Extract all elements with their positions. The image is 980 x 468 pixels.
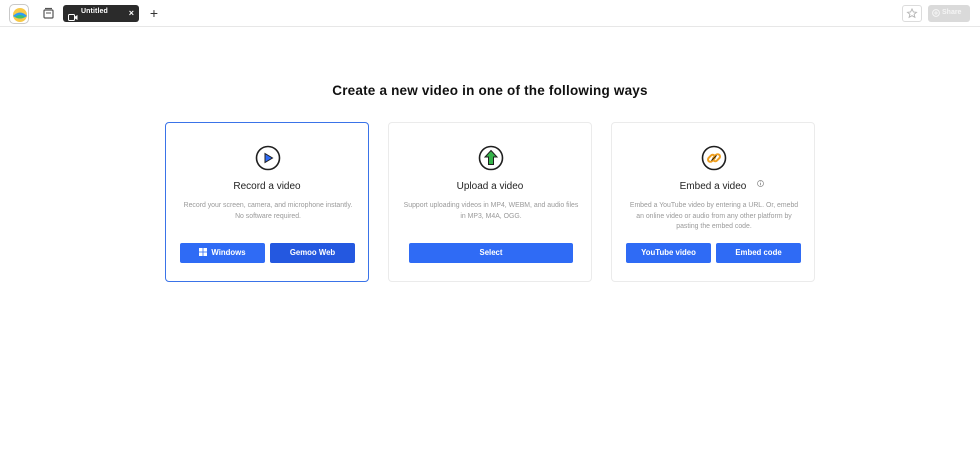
windows-label: Windows [211, 248, 246, 257]
gemoo-logo-icon [13, 8, 27, 22]
windows-button[interactable]: Windows [180, 243, 265, 263]
windows-icon [199, 248, 208, 256]
new-tab-button[interactable]: + [148, 5, 160, 21]
library-icon[interactable] [42, 7, 55, 20]
embed-video-card[interactable]: Embed a video Embed a YouTube video by e… [611, 122, 815, 282]
card-title: Embed a video [679, 181, 747, 192]
share-label: Share [942, 9, 962, 16]
card-description: Record your screen, camera, and micropho… [183, 202, 353, 220]
tab-untitled[interactable]: Untitled × [63, 5, 139, 22]
page-title: Create a new video in one of the followi… [332, 83, 648, 98]
star-icon [906, 7, 918, 19]
share-button[interactable]: Share [928, 5, 970, 22]
link-icon [701, 145, 727, 171]
info-icon[interactable] [757, 180, 764, 187]
gemoo-web-button[interactable]: Gemoo Web [270, 243, 355, 263]
upload-video-card[interactable]: Upload a video Support uploading videos … [388, 122, 592, 282]
embed-code-button[interactable]: Embed code [716, 243, 801, 263]
card-title: Record a video [233, 181, 301, 192]
video-camera-icon [68, 9, 78, 21]
card-description: Support uploading videos in MP4, WEBM, a… [403, 202, 579, 220]
card-description: Embed a YouTube video by entering a URL.… [629, 202, 799, 230]
card-title: Upload a video [456, 181, 524, 192]
tab-title: Untitled [81, 8, 108, 15]
favorite-button[interactable] [902, 5, 922, 22]
select-file-button[interactable]: Select [409, 243, 573, 263]
play-icon [255, 145, 281, 171]
share-icon [932, 9, 940, 17]
top-bar: Untitled × + Share [0, 0, 980, 27]
upload-arrow-icon [478, 145, 504, 171]
youtube-video-button[interactable]: YouTube video [626, 243, 711, 263]
record-video-card[interactable]: Record a video Record your screen, camer… [165, 122, 369, 282]
tab-close-button[interactable]: × [129, 7, 134, 19]
app-logo[interactable] [9, 4, 29, 24]
